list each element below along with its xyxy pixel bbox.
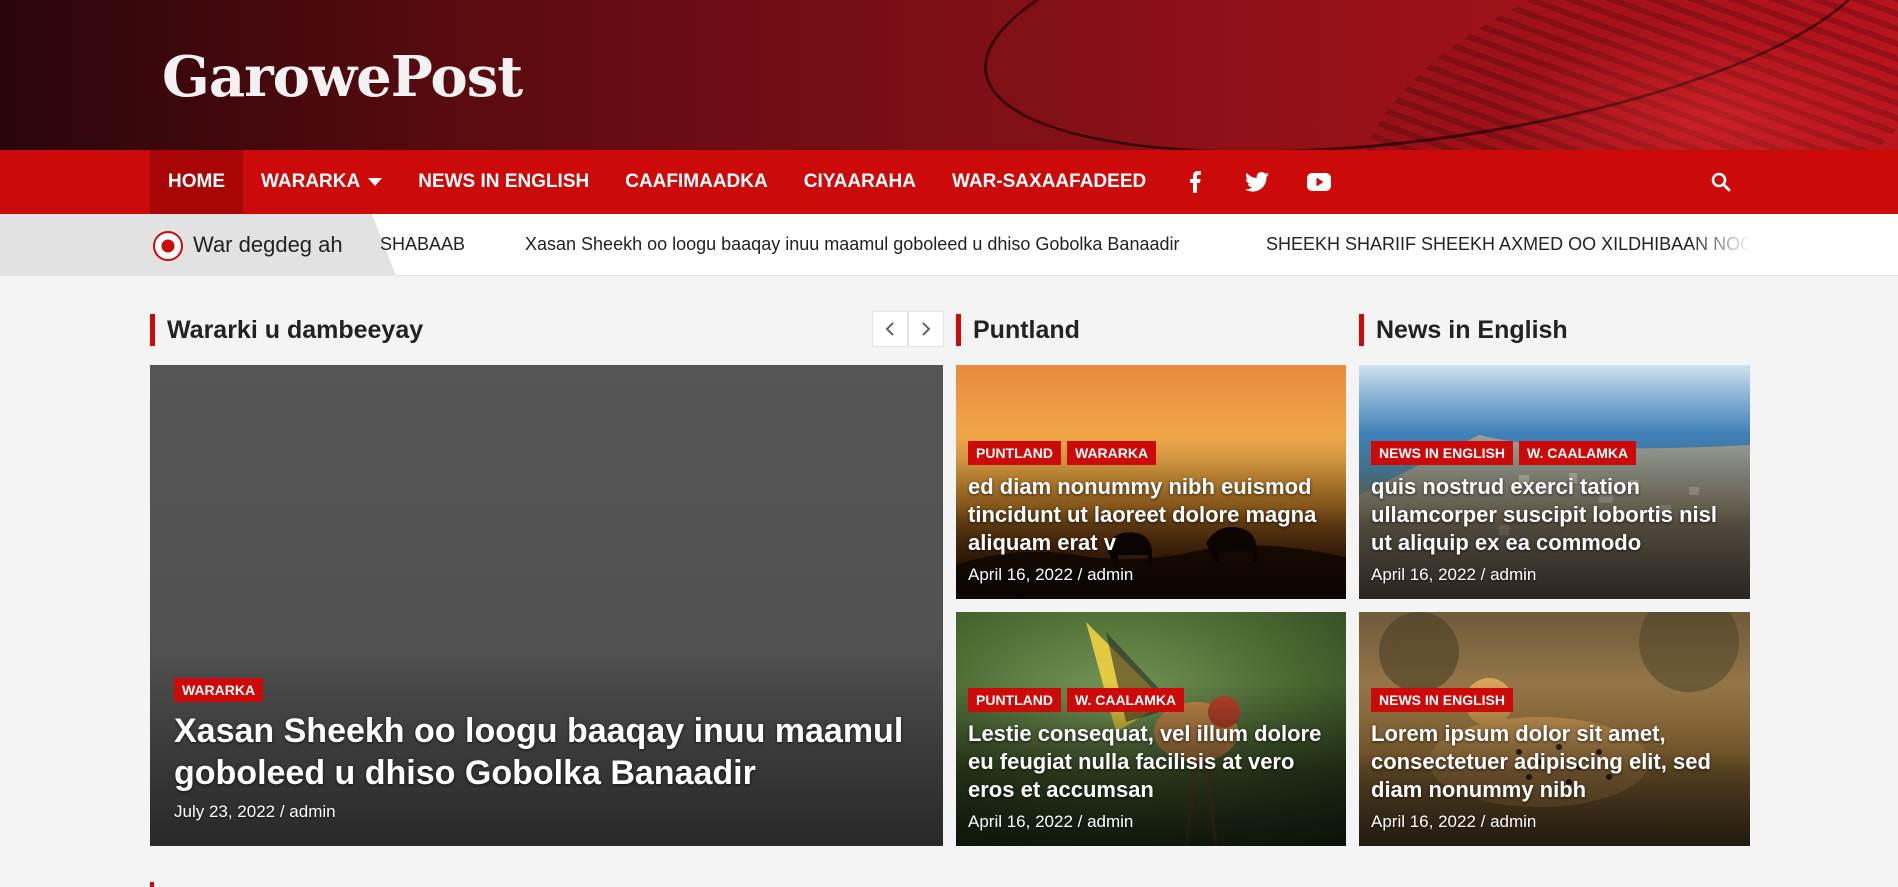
- category-tag[interactable]: NEWS IN ENGLISH: [1371, 441, 1514, 465]
- category-tag[interactable]: NEWS IN ENGLISH: [1371, 688, 1514, 712]
- slider-arrows: [872, 311, 944, 347]
- heading-accent-bar: [150, 314, 155, 346]
- prev-arrow-button[interactable]: [872, 311, 908, 347]
- article-meta: July 23, 2022 / admin: [174, 802, 336, 821]
- tag-list: NEWS IN ENGLISH W. CAALAMKA: [1371, 441, 1738, 465]
- nav-item-label: NEWS IN ENGLISH: [418, 171, 590, 192]
- heading-accent-bar: [1359, 314, 1364, 346]
- section-title: News in English: [1376, 315, 1568, 344]
- category-tag[interactable]: PUNTLAND: [968, 441, 1061, 465]
- article-card[interactable]: PUNTLAND WARARKA ed diam nonummy nibh eu…: [956, 365, 1346, 599]
- nav-item-label: HOME: [168, 171, 225, 192]
- search-icon[interactable]: [1700, 150, 1742, 214]
- youtube-icon[interactable]: [1288, 150, 1350, 214]
- article-card[interactable]: NEWS IN ENGLISH Lorem ipsum dolor sit am…: [1359, 612, 1750, 846]
- tag-list: PUNTLAND W. CAALAMKA: [968, 688, 1334, 712]
- article-title[interactable]: quis nostrud exerci tation ullamcorper s…: [1371, 473, 1738, 557]
- live-dot-icon: [152, 230, 184, 262]
- nav-item-war-saxaafadeed[interactable]: WAR-SAXAAFADEED: [934, 150, 1164, 214]
- category-tag[interactable]: WARARKA: [1067, 441, 1157, 465]
- article-title[interactable]: ed diam nonummy nibh euismod tincidunt u…: [968, 473, 1334, 557]
- caret-down-icon: [368, 178, 383, 186]
- article-title[interactable]: Lorem ipsum dolor sit amet, consectetuer…: [1371, 720, 1738, 804]
- tag-list: PUNTLAND WARARKA: [968, 441, 1334, 465]
- twitter-icon[interactable]: [1226, 150, 1288, 214]
- category-tag[interactable]: W. CAALAMKA: [1519, 441, 1637, 465]
- nav-item-label: CIYAARAHA: [803, 171, 916, 192]
- nav-item-caafimaadka[interactable]: CAAFIMAADKA: [607, 150, 785, 214]
- section-heading-latest: Wararki u dambeeyay: [150, 314, 423, 346]
- category-tag[interactable]: WARARKA: [174, 678, 264, 702]
- article-card[interactable]: PUNTLAND W. CAALAMKA Lestie consequat, v…: [956, 612, 1346, 846]
- ticker-item[interactable]: Xasan Sheekh oo loogu baaqay inuu maamul…: [525, 234, 1179, 255]
- article-meta: April 16, 2022 / admin: [1371, 565, 1537, 584]
- next-section-accent-bar: [150, 882, 154, 887]
- article-title[interactable]: Lestie consequat, vel illum dolore eu fe…: [968, 720, 1334, 804]
- header-banner: GarowePost: [0, 0, 1898, 150]
- section-title: Wararki u dambeeyay: [167, 315, 424, 344]
- featured-article-card[interactable]: WARARKA Xasan Sheekh oo loogu baaqay inu…: [150, 365, 943, 846]
- ticker-fade: [1690, 214, 1750, 275]
- tag-list: NEWS IN ENGLISH: [1371, 688, 1738, 712]
- nav-item-home[interactable]: HOME: [150, 150, 243, 214]
- main-nav: HOME WARARKA NEWS IN ENGLISH CAAFIMAADKA…: [0, 150, 1898, 214]
- category-tag[interactable]: W. CAALAMKA: [1067, 688, 1185, 712]
- article-meta: April 16, 2022 / admin: [1371, 812, 1537, 831]
- article-title[interactable]: Xasan Sheekh oo loogu baaqay inuu maamul…: [174, 710, 919, 794]
- card-content: PUNTLAND WARARKA ed diam nonummy nibh eu…: [968, 441, 1334, 585]
- section-heading-puntland: Puntland: [956, 314, 1080, 346]
- ticker-label: War degdeg ah: [193, 232, 343, 257]
- section-heading-english: News in English: [1359, 314, 1568, 346]
- ticker-item[interactable]: SHEEKH SHARIIF SHEEKH AXMED OO XILDHIBAA…: [1266, 234, 1750, 255]
- nav-item-news-in-english[interactable]: NEWS IN ENGLISH: [400, 150, 607, 214]
- next-arrow-button[interactable]: [908, 311, 944, 347]
- tag-list: WARARKA: [174, 678, 919, 702]
- card-content: WARARKA Xasan Sheekh oo loogu baaqay inu…: [174, 678, 919, 822]
- ticker-item[interactable]: SHABAAB: [380, 234, 465, 255]
- banner-decoration: [1500, 20, 1898, 150]
- card-content: NEWS IN ENGLISH Lorem ipsum dolor sit am…: [1371, 688, 1738, 832]
- nav-item-label: WARARKA: [261, 171, 361, 192]
- ticker-track: SHABAAB Xasan Sheekh oo loogu baaqay inu…: [380, 214, 1750, 275]
- category-tag[interactable]: PUNTLAND: [968, 688, 1061, 712]
- nav-item-label: WAR-SAXAAFADEED: [951, 171, 1147, 192]
- nav-item-ciyaaraha[interactable]: CIYAARAHA: [786, 150, 934, 214]
- nav-item-label: CAAFIMAADKA: [625, 171, 768, 192]
- article-meta: April 16, 2022 / admin: [968, 812, 1134, 831]
- site-logo[interactable]: GarowePost: [162, 44, 523, 110]
- heading-accent-bar: [956, 314, 961, 346]
- card-content: PUNTLAND W. CAALAMKA Lestie consequat, v…: [968, 688, 1334, 832]
- article-card[interactable]: NEWS IN ENGLISH W. CAALAMKA quis nostrud…: [1359, 365, 1750, 599]
- facebook-icon[interactable]: [1164, 150, 1226, 214]
- nav-item-wararka[interactable]: WARARKA: [243, 150, 400, 214]
- article-meta: April 16, 2022 / admin: [968, 565, 1134, 584]
- card-content: NEWS IN ENGLISH W. CAALAMKA quis nostrud…: [1371, 441, 1738, 585]
- section-title: Puntland: [973, 315, 1080, 344]
